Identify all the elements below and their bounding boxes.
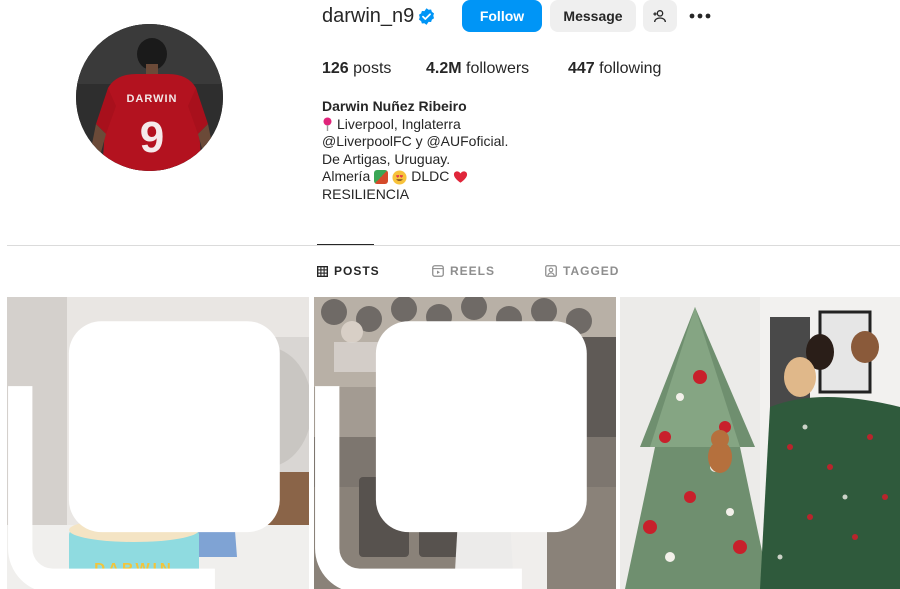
pushpin-icon: [323, 117, 332, 132]
bio-line-3: De Artigas, Uruguay.: [322, 150, 451, 167]
bio-line-4-text: Almería: [322, 168, 371, 185]
heart-eyes-emoji-icon: [392, 170, 407, 185]
following-label: following: [599, 60, 662, 77]
active-tab-indicator: [317, 244, 374, 245]
multiple-photos-icon: [8, 321, 280, 589]
grid-icon: [317, 265, 328, 277]
tab-tagged-label: TAGGED: [563, 264, 620, 278]
profile-username: darwin_n9: [322, 5, 415, 27]
posts-label: posts: [353, 60, 392, 77]
profile-divider: [7, 245, 900, 246]
followers-label: followers: [466, 60, 530, 77]
stat-following[interactable]: 447 following: [568, 60, 661, 78]
tab-tagged[interactable]: TAGGED: [545, 264, 619, 278]
profile-avatar[interactable]: DARWIN 9: [76, 24, 223, 171]
jersey-number: 9: [140, 113, 164, 162]
tab-reels-label: REELS: [450, 264, 496, 278]
jersey-name: DARWIN: [126, 93, 177, 105]
stat-posts: 126 posts: [322, 60, 391, 78]
tagged-icon: [545, 265, 557, 277]
full-name: Darwin Nuñez Ribeiro: [322, 98, 467, 114]
flag-emoji-icon: [374, 170, 389, 185]
more-options-button[interactable]: [684, 0, 716, 32]
bio-location: Liverpool, Inglaterra: [322, 116, 508, 134]
bio-line-4: Almería DLDC: [322, 168, 508, 186]
red-heart-emoji-icon: [454, 171, 468, 183]
post-thumbnail-2[interactable]: [314, 297, 616, 589]
bio-line-4-text2: DLDC: [411, 168, 450, 185]
post-thumbnail-3[interactable]: [620, 297, 900, 589]
multiple-photos-icon: [315, 321, 587, 589]
posts-count: 126: [322, 60, 349, 77]
post-thumbnail-1[interactable]: DARWIN: [7, 297, 309, 589]
tab-posts-label: POSTS: [334, 264, 380, 278]
reels-icon: [432, 265, 444, 277]
bio-line-2[interactable]: @LiverpoolFC y @AUFoficial.: [322, 133, 508, 151]
profile-bio: Darwin Nuñez Ribeiro Liverpool, Inglater…: [322, 98, 508, 204]
more-options-icon: [689, 13, 711, 19]
tab-reels[interactable]: REELS: [432, 264, 495, 278]
following-count: 447: [568, 60, 595, 77]
bio-line-1: Liverpool, Inglaterra: [337, 115, 461, 132]
verified-badge-icon: [418, 8, 435, 25]
stat-followers[interactable]: 4.2M followers: [426, 60, 529, 78]
add-user-icon: [653, 10, 666, 23]
message-button[interactable]: Message: [550, 0, 636, 32]
follow-button[interactable]: Follow: [462, 0, 542, 32]
bio-line-5: RESILIENCIA: [322, 185, 410, 202]
tab-posts[interactable]: POSTS: [317, 264, 380, 278]
add-user-button[interactable]: [643, 0, 677, 32]
followers-count: 4.2M: [426, 60, 462, 77]
